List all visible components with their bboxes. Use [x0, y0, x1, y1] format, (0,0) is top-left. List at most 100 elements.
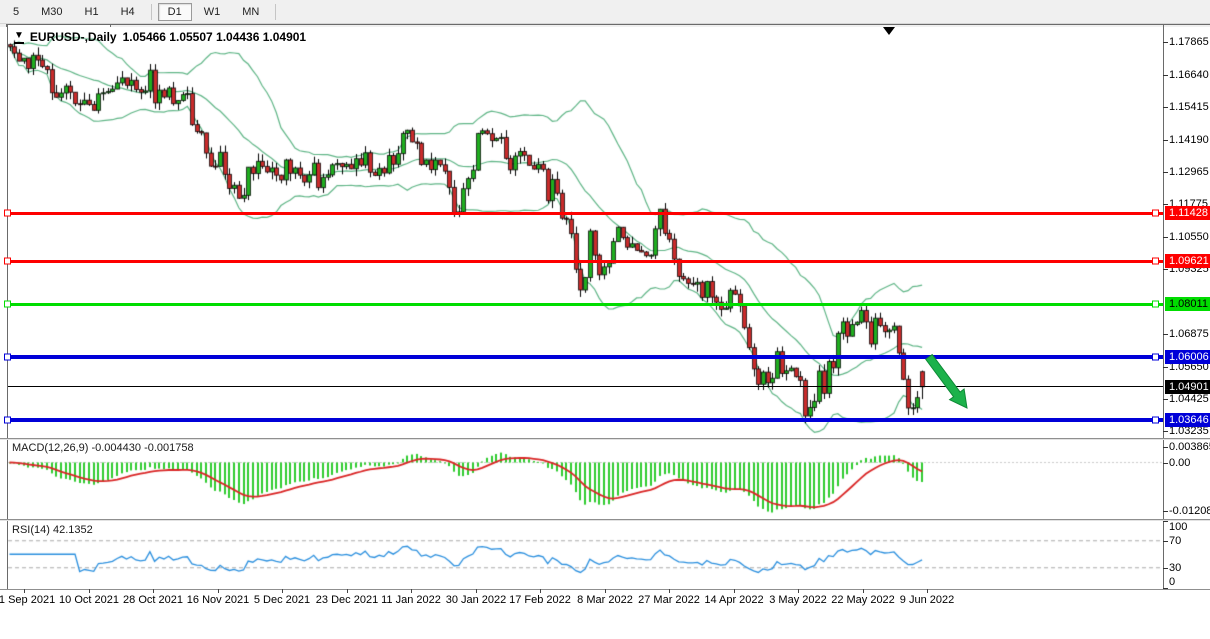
timeframe-button-h1[interactable]: H1	[75, 3, 109, 21]
timeframe-button-m30[interactable]: M30	[31, 3, 72, 21]
macd-tick-mark	[1163, 447, 1168, 448]
date-label: 22 May 2022	[831, 594, 895, 606]
rsi-pane-separator-hl	[0, 520, 1210, 521]
chart-plot-canvas[interactable]	[0, 0, 1210, 639]
hline-resistance-1[interactable]	[8, 212, 1163, 215]
price-box-1.09621: 1.09621	[1165, 254, 1210, 268]
date-tick-mark	[734, 589, 735, 593]
price-tick-label: 1.06875	[1169, 328, 1209, 340]
date-label: 8 Mar 2022	[577, 594, 633, 606]
date-label: 5 Dec 2021	[254, 594, 310, 606]
macd-tick-mark	[1163, 463, 1168, 464]
macd-tick-label: 0.003865	[1169, 441, 1210, 453]
quick-trade-dropdown-icon[interactable]: ▼	[14, 31, 24, 44]
hline-resistance-1-handle-left[interactable]	[4, 210, 11, 217]
date-tick-mark	[540, 589, 541, 593]
price-tick-label: 1.10550	[1169, 231, 1209, 243]
price-axis-separator	[1163, 24, 1164, 590]
rsi-tick-label: 30	[1169, 562, 1181, 574]
price-tick-mark	[1163, 204, 1168, 205]
chart-ohlc-values: 1.05466 1.05507 1.04436 1.04901	[123, 30, 307, 44]
rsi-tick-mark	[1163, 541, 1168, 542]
toolbar-separator	[151, 4, 152, 20]
price-box-1.11428: 1.11428	[1165, 206, 1210, 220]
price-tick-mark	[1163, 367, 1168, 368]
price-tick-mark	[1163, 399, 1168, 400]
date-tick-mark	[89, 589, 90, 593]
date-tick-mark	[927, 589, 928, 593]
hline-support-blue-1[interactable]	[8, 355, 1163, 359]
macd-tick-mark	[1163, 511, 1168, 512]
date-label: 28 Oct 2021	[123, 594, 183, 606]
timeframe-button-d1[interactable]: D1	[158, 3, 192, 21]
hline-support-blue-1-handle-left[interactable]	[4, 354, 11, 361]
price-tick-mark	[1163, 431, 1168, 432]
hline-support-green-handle-right[interactable]	[1152, 301, 1159, 308]
chart-frame-top	[7, 24, 1210, 25]
date-label: 30 Jan 2022	[446, 594, 507, 606]
macd-tick-label: -0.01208	[1169, 505, 1210, 517]
hline-support-blue-2-handle-right[interactable]	[1152, 417, 1159, 424]
price-tick-mark	[1163, 75, 1168, 76]
rsi-tick-mark	[1163, 568, 1168, 569]
price-tick-mark	[1163, 140, 1168, 141]
price-tick-mark	[1163, 237, 1168, 238]
price-tick-label: 1.12965	[1169, 166, 1209, 178]
date-label: 14 Apr 2022	[704, 594, 763, 606]
date-tick-mark	[218, 589, 219, 593]
date-label: 27 Mar 2022	[638, 594, 700, 606]
hline-support-blue-2[interactable]	[8, 418, 1163, 422]
price-tick-label: 1.15415	[1169, 101, 1209, 113]
price-box-1.06006: 1.06006	[1165, 350, 1210, 364]
price-tick-label: 1.14190	[1169, 134, 1209, 146]
hline-resistance-2-handle-right[interactable]	[1152, 258, 1159, 265]
macd-label: MACD(12,26,9) -0.004430 -0.001758	[12, 442, 194, 454]
timeframe-button-mn[interactable]: MN	[232, 3, 269, 21]
hline-support-blue-1-handle-right[interactable]	[1152, 354, 1159, 361]
timeframe-button-h4[interactable]: H4	[111, 3, 145, 21]
timeframe-button-5[interactable]: 5	[3, 3, 29, 21]
hline-support-green-handle-left[interactable]	[4, 301, 11, 308]
macd-tick-label: 0.00	[1169, 457, 1190, 469]
date-tick-mark	[411, 589, 412, 593]
rsi-tick-mark	[1163, 521, 1168, 522]
rsi-tick-label: 100	[1169, 521, 1187, 533]
date-label: 17 Feb 2022	[509, 594, 571, 606]
price-tick-mark	[1163, 172, 1168, 173]
rsi-label: RSI(14) 42.1352	[12, 524, 93, 536]
date-tick-mark	[863, 589, 864, 593]
date-label: 23 Dec 2021	[316, 594, 378, 606]
rsi-tick-label: 0	[1169, 576, 1175, 588]
rsi-tick-mark	[1163, 588, 1168, 589]
hline-resistance-2-handle-left[interactable]	[4, 258, 11, 265]
timeframe-button-w1[interactable]: W1	[194, 3, 231, 21]
date-label: 16 Nov 2021	[187, 594, 249, 606]
date-label: 3 May 2022	[769, 594, 826, 606]
date-tick-mark	[282, 589, 283, 593]
toolbar-separator	[275, 4, 276, 20]
price-tick-mark	[1163, 269, 1168, 270]
date-tick-mark	[669, 589, 670, 593]
chart-symbol-label: EURUSD-,Daily	[30, 30, 117, 44]
date-tick-mark	[605, 589, 606, 593]
date-label: 10 Oct 2021	[59, 594, 119, 606]
date-tick-mark	[24, 589, 25, 593]
hline-current-price-line[interactable]	[8, 386, 1163, 387]
date-label: 9 Jun 2022	[900, 594, 954, 606]
date-tick-mark	[798, 589, 799, 593]
price-box-1.04901: 1.04901	[1165, 380, 1210, 394]
mt4-chart-window: 5M30H1H4 D1W1MN ▼ EURUSD-,Daily 1.05466 1…	[0, 0, 1210, 639]
rsi-tick-label: 70	[1169, 535, 1181, 547]
hline-resistance-2[interactable]	[8, 260, 1163, 263]
price-tick-label: 1.17865	[1169, 36, 1209, 48]
date-tick-mark	[476, 589, 477, 593]
price-tick-label: 1.16640	[1169, 69, 1209, 81]
price-box-1.03646: 1.03646	[1165, 413, 1210, 427]
macd-pane-separator-hl	[0, 439, 1210, 440]
date-label: 11 Jan 2022	[381, 594, 441, 606]
price-tick-mark	[1163, 42, 1168, 43]
hline-support-green[interactable]	[8, 303, 1163, 306]
hline-support-blue-2-handle-left[interactable]	[4, 417, 11, 424]
chart-title: ▼ EURUSD-,Daily 1.05466 1.05507 1.04436 …	[14, 30, 306, 44]
hline-resistance-1-handle-right[interactable]	[1152, 210, 1159, 217]
